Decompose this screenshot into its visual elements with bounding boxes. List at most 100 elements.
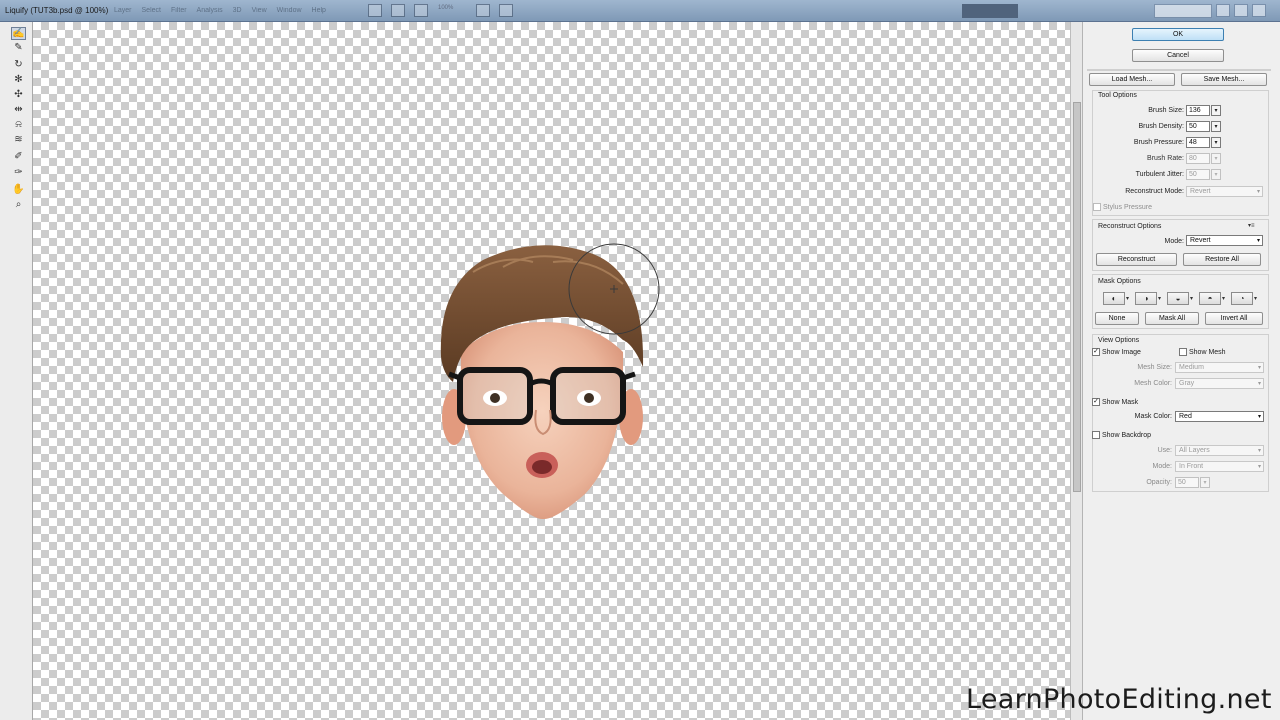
window-title: Liquify (TUT3b.psd @ 100%): [5, 6, 109, 15]
backdrop-mode-label: Mode:: [1152, 463, 1172, 470]
twirl-clockwise-tool-icon[interactable]: ↻: [11, 58, 26, 71]
invert-selection-icon[interactable]: ◔: [1231, 292, 1253, 305]
reconstruct-mode-value: Revert: [1190, 188, 1211, 195]
intersect-with-selection-icon[interactable]: ◓: [1199, 292, 1221, 305]
minimize-icon[interactable]: [1216, 4, 1230, 17]
turbulent-jitter-field[interactable]: 50: [1186, 169, 1210, 180]
mesh-color-select[interactable]: Gray ▾: [1175, 378, 1264, 389]
forward-warp-tool-icon[interactable]: ✍: [11, 27, 26, 40]
mask-all-button[interactable]: Mask All: [1145, 312, 1199, 325]
zoom-level-icon[interactable]: 100%: [437, 4, 467, 17]
backdrop-mode-value: In Front: [1179, 463, 1204, 470]
opacity-dropdown[interactable]: ▾: [1200, 477, 1210, 488]
close-icon[interactable]: [1252, 4, 1266, 17]
menu-view[interactable]: View: [252, 7, 267, 14]
hand-tool-icon[interactable]: ✋: [11, 183, 26, 196]
stylus-pressure-checkbox[interactable]: Stylus Pressure: [1093, 203, 1152, 211]
bloat-tool-icon[interactable]: ✣: [11, 88, 26, 101]
liquify-canvas[interactable]: [33, 22, 1070, 720]
brush-density-dropdown[interactable]: ▾: [1211, 121, 1221, 132]
invert-all-button[interactable]: Invert All: [1205, 312, 1263, 325]
workspace-switcher: [962, 4, 1106, 18]
thaw-mask-tool-icon[interactable]: ✑: [11, 166, 26, 179]
reconstruct-button[interactable]: Reconstruct: [1096, 253, 1177, 266]
view-options-heading: View Options: [1098, 337, 1140, 344]
menu-layer[interactable]: Layer: [114, 7, 132, 14]
photoshop-menu-bar: Layer Select Filter Analysis 3D View Win…: [114, 7, 326, 14]
show-image-box[interactable]: ✓: [1092, 348, 1100, 356]
push-left-tool-icon[interactable]: ⇹: [11, 103, 26, 116]
ok-button[interactable]: OK: [1132, 28, 1224, 41]
brush-size-dropdown[interactable]: ▾: [1211, 105, 1221, 116]
zoom-tool-icon[interactable]: ⌕: [11, 198, 26, 211]
show-mesh-checkbox[interactable]: Show Mesh: [1179, 348, 1226, 356]
extras-icon[interactable]: [414, 4, 428, 17]
save-mesh-button[interactable]: Save Mesh...: [1181, 73, 1267, 86]
use-value: All Layers: [1179, 447, 1210, 454]
mesh-size-label: Mesh Size:: [1137, 364, 1172, 371]
turbulent-jitter-label: Turbulent Jitter:: [1135, 171, 1184, 178]
use-select[interactable]: All Layers ▾: [1175, 445, 1264, 456]
show-mask-checkbox[interactable]: ✓ Show Mask: [1092, 398, 1138, 406]
cancel-button[interactable]: Cancel: [1132, 49, 1224, 62]
subtract-from-selection-icon[interactable]: ◒: [1167, 292, 1189, 305]
menu-filter[interactable]: Filter: [171, 7, 187, 14]
reconstruct-options-mode-select[interactable]: Revert ▾: [1186, 235, 1263, 246]
brush-rate-field[interactable]: 80: [1186, 153, 1210, 164]
brush-rate-label: Brush Rate:: [1147, 155, 1184, 162]
show-backdrop-label: Show Backdrop: [1102, 431, 1152, 439]
menu-help[interactable]: Help: [312, 7, 326, 14]
freeze-mask-tool-icon[interactable]: ✐: [11, 150, 26, 163]
brush-size-field[interactable]: 136: [1186, 105, 1210, 116]
menu-analysis[interactable]: Analysis: [197, 7, 223, 14]
mask-color-label: Mask Color:: [1134, 413, 1172, 420]
brush-rate-dropdown[interactable]: ▾: [1211, 153, 1221, 164]
menu-select[interactable]: Select: [142, 7, 161, 14]
liquify-tool-strip: ✍ ✎ ↻ ✻ ✣ ⇹ ⍾ ≋ ✐ ✑ ✋ ⌕: [0, 22, 33, 720]
mesh-size-select[interactable]: Medium ▾: [1175, 362, 1264, 373]
show-image-checkbox[interactable]: ✓ Show Image: [1092, 348, 1141, 356]
none-button[interactable]: None: [1095, 312, 1139, 325]
restore-all-button[interactable]: Restore All: [1183, 253, 1261, 266]
arrange-documents-icon[interactable]: [476, 4, 490, 17]
brush-pressure-field[interactable]: 48: [1186, 137, 1210, 148]
show-backdrop-checkbox[interactable]: Show Backdrop: [1092, 431, 1151, 439]
opacity-label: Opacity:: [1146, 479, 1172, 486]
reconstruct-mode-label-2: Mode:: [1164, 238, 1184, 245]
brush-density-label: Brush Density:: [1138, 123, 1184, 130]
show-image-label: Show Image: [1102, 348, 1141, 356]
launch-bridge-icon[interactable]: [368, 4, 382, 17]
stylus-pressure-box[interactable]: [1093, 203, 1101, 211]
show-backdrop-box[interactable]: [1092, 431, 1100, 439]
menu-window[interactable]: Window: [277, 7, 302, 14]
mask-color-select[interactable]: Red ▾: [1175, 411, 1264, 422]
show-mask-box[interactable]: ✓: [1092, 398, 1100, 406]
reconstruct-mode-select[interactable]: Revert ▾: [1186, 186, 1263, 197]
screen-mode-icon[interactable]: [499, 4, 513, 17]
backdrop-mode-select[interactable]: In Front ▾: [1175, 461, 1264, 472]
mirror-tool-icon[interactable]: ⍾: [11, 118, 26, 131]
title-bar: Liquify (TUT3b.psd @ 100%) Layer Select …: [0, 0, 1280, 22]
reconstruct-mode-label: Reconstruct Mode:: [1125, 188, 1184, 195]
load-mesh-button[interactable]: Load Mesh...: [1089, 73, 1175, 86]
turbulence-tool-icon[interactable]: ≋: [11, 133, 26, 146]
opacity-field[interactable]: 50: [1175, 477, 1199, 488]
workspace-design[interactable]: [1066, 4, 1106, 18]
mini-bridge-icon[interactable]: [391, 4, 405, 17]
brush-pressure-dropdown[interactable]: ▾: [1211, 137, 1221, 148]
turbulent-jitter-dropdown[interactable]: ▾: [1211, 169, 1221, 180]
maximize-icon[interactable]: [1234, 4, 1248, 17]
add-to-selection-icon[interactable]: ◑: [1135, 292, 1157, 305]
brush-density-field[interactable]: 50: [1186, 121, 1210, 132]
pucker-tool-icon[interactable]: ✻: [11, 73, 26, 86]
mask-options-heading: Mask Options: [1098, 278, 1141, 285]
menu-3d[interactable]: 3D: [233, 7, 242, 14]
workspace-painting[interactable]: [1022, 4, 1062, 18]
reconstruct-tool-icon[interactable]: ✎: [11, 41, 26, 54]
show-mesh-box[interactable]: [1179, 348, 1187, 356]
stylus-pressure-label: Stylus Pressure: [1103, 203, 1153, 211]
replace-selection-icon[interactable]: ◐: [1103, 292, 1125, 305]
workspace-essentials[interactable]: [962, 4, 1018, 18]
search-field[interactable]: [1154, 4, 1212, 18]
panel-menu-icon[interactable]: ▾≡: [1248, 222, 1255, 229]
